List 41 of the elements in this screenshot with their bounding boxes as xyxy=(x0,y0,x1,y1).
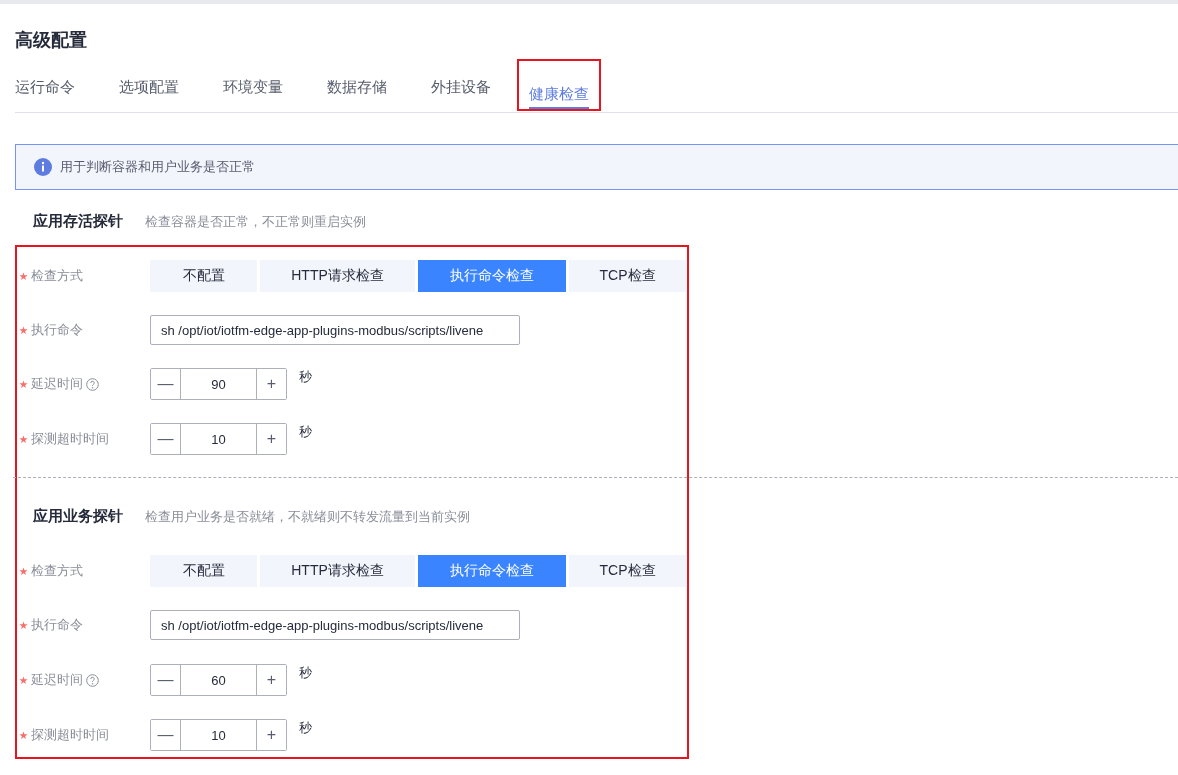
command-input[interactable]: sh /opt/iot/iotfm-edge-app-plugins-modbus/scripts/livene xyxy=(150,315,520,345)
tab[interactable]: 环境变量 xyxy=(223,72,283,99)
command-input[interactable]: sh /opt/iot/iotfm-edge-app-plugins-modbus/scripts/livene xyxy=(150,610,520,640)
tab[interactable]: 选项配置 xyxy=(119,72,179,99)
field-label: 探测超时时间 xyxy=(31,430,109,448)
check-method-option[interactable]: HTTP请求检查 xyxy=(260,555,415,587)
tab[interactable]: 运行命令 xyxy=(15,72,75,99)
page-title: 高级配置 xyxy=(15,29,87,52)
check-method-option[interactable]: 执行命令检查 xyxy=(418,260,566,292)
check-method-option[interactable]: TCP检查 xyxy=(569,260,686,292)
field-label: 延迟时间 xyxy=(31,671,83,689)
unit-label: 秒 xyxy=(299,719,312,737)
number-stepper[interactable]: — 10 + xyxy=(150,423,287,455)
unit-label: 秒 xyxy=(299,368,312,386)
tab[interactable]: 健康检查 xyxy=(529,79,589,109)
check-method-option[interactable]: 不配置 xyxy=(150,260,257,292)
field-label: 探测超时时间 xyxy=(31,726,109,744)
unit-label: 秒 xyxy=(299,664,312,682)
number-stepper[interactable]: — 10 + xyxy=(150,719,287,751)
tab[interactable]: 外挂设备 xyxy=(431,72,491,99)
tab[interactable]: 数据存储 xyxy=(327,72,387,99)
info-text: 用于判断容器和用户业务是否正常 xyxy=(60,158,255,176)
field-label: 延迟时间 xyxy=(31,375,83,393)
section-description: 检查容器是否正常，不正常则重启实例 xyxy=(145,213,366,231)
help-icon[interactable] xyxy=(86,377,99,391)
field-label: 检查方式 xyxy=(31,267,83,285)
check-method-option[interactable]: TCP检查 xyxy=(569,555,686,587)
field-label: 检查方式 xyxy=(31,562,83,580)
section-title: 应用存活探针 xyxy=(33,212,123,231)
section-description: 检查用户业务是否就绪，不就绪则不转发流量到当前实例 xyxy=(145,508,470,526)
check-method-option[interactable]: 不配置 xyxy=(150,555,257,587)
field-label: 执行命令 xyxy=(31,616,83,634)
unit-label: 秒 xyxy=(299,423,312,441)
field-label: 执行命令 xyxy=(31,321,83,339)
help-icon[interactable] xyxy=(86,673,99,687)
number-stepper[interactable]: — 90 + xyxy=(150,368,287,400)
number-stepper[interactable]: — 60 + xyxy=(150,664,287,696)
check-method-option[interactable]: 执行命令检查 xyxy=(418,555,566,587)
check-method-option[interactable]: HTTP请求检查 xyxy=(260,260,415,292)
info-icon xyxy=(34,158,52,176)
section-title: 应用业务探针 xyxy=(33,507,123,526)
